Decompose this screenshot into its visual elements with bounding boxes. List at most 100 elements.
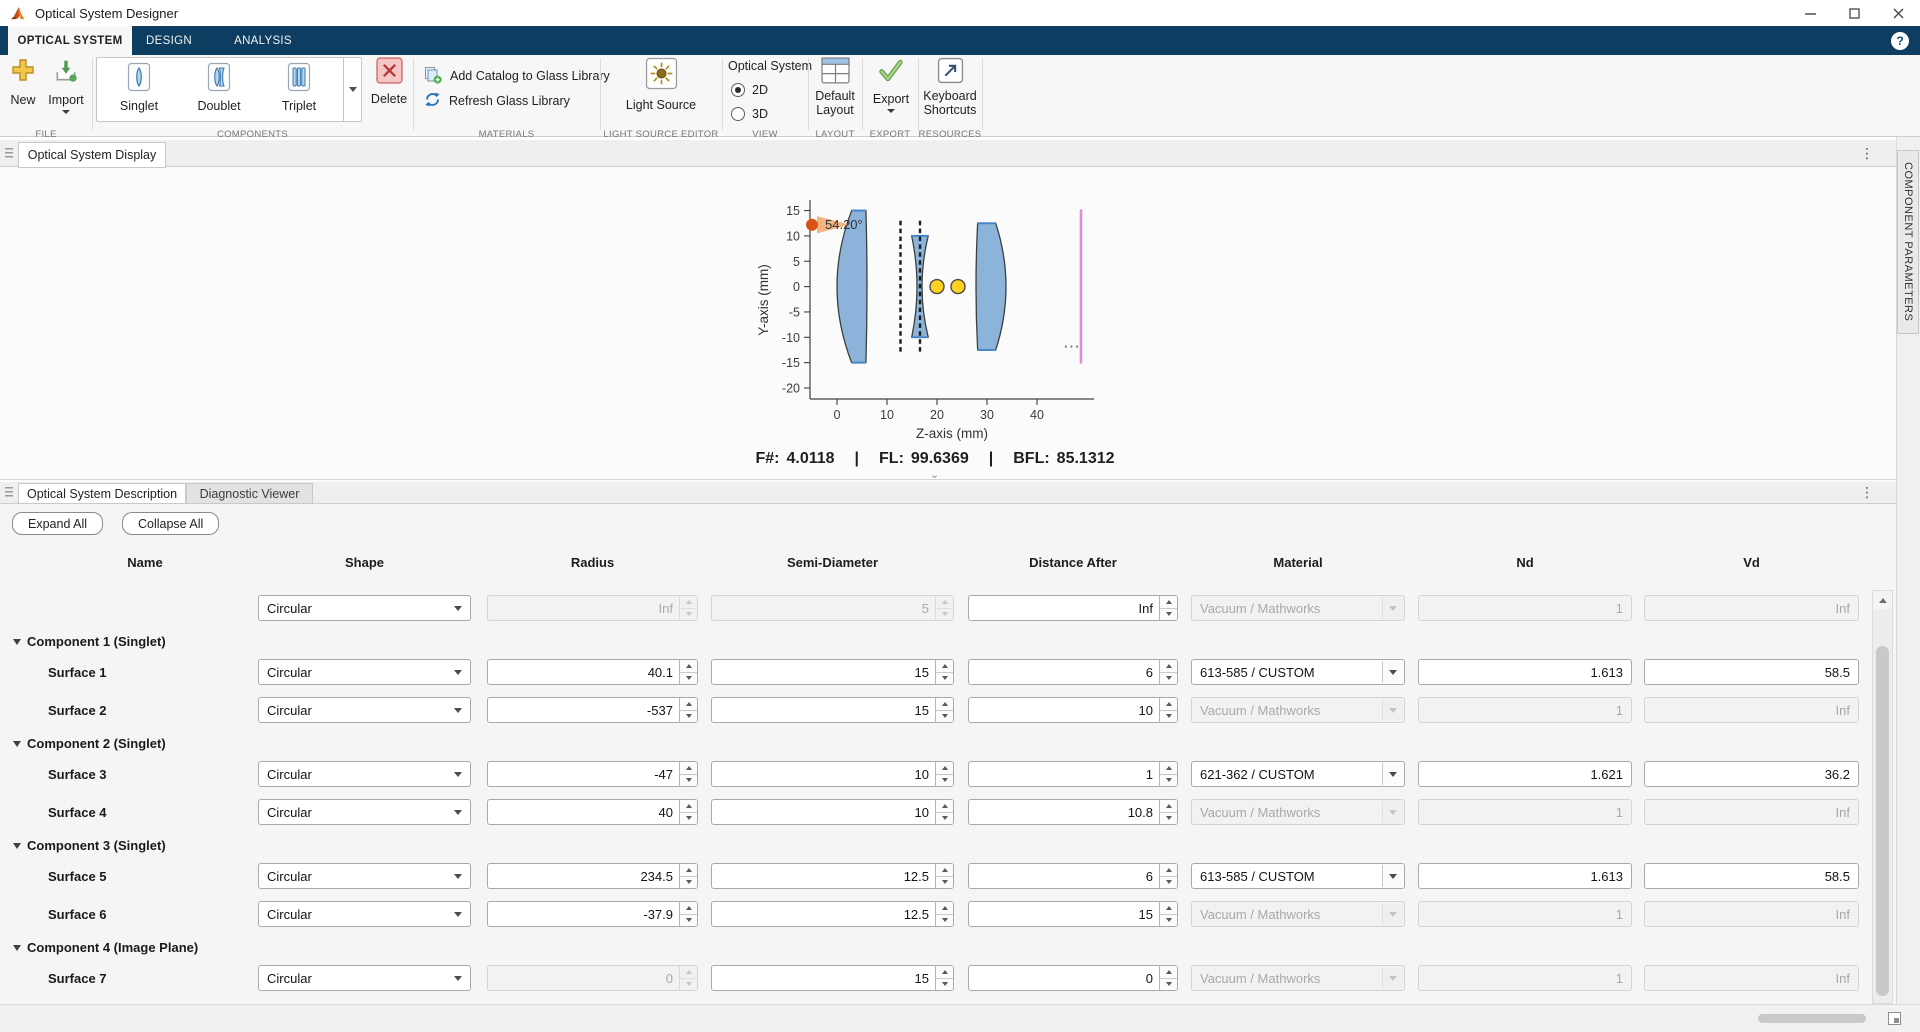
dropdown-button[interactable] <box>1382 865 1403 887</box>
spin-down-icon[interactable] <box>1160 979 1177 991</box>
spin-up-icon[interactable] <box>1160 762 1177 775</box>
help-button[interactable]: ? <box>1891 32 1909 50</box>
spinner[interactable] <box>935 698 953 722</box>
spin-up-icon[interactable] <box>680 864 697 877</box>
spin-down-icon[interactable] <box>936 877 953 889</box>
spin-up-icon[interactable] <box>936 698 953 711</box>
distance-after-input[interactable]: 15 <box>968 901 1178 927</box>
light-source-button[interactable]: Light Source <box>619 57 703 112</box>
dropdown-button[interactable] <box>1382 661 1403 683</box>
spin-down-icon[interactable] <box>1160 711 1177 723</box>
semi-diameter-input[interactable]: 10 <box>711 761 954 787</box>
gallery-expand-button[interactable] <box>343 58 361 121</box>
radius-input[interactable]: -37.9 <box>487 901 698 927</box>
expand-all-button[interactable]: Expand All <box>12 512 103 535</box>
tab-component-parameters[interactable]: COMPONENT PARAMETERS <box>1897 150 1919 334</box>
keyboard-shortcuts-button[interactable]: Keyboard Shortcuts <box>920 57 980 117</box>
default-layout-button[interactable]: Default Layout <box>810 57 860 117</box>
spinner[interactable] <box>1159 596 1177 620</box>
axes-toolbar-icon[interactable]: ⋯ <box>1063 337 1081 357</box>
distance-after-input[interactable]: 6 <box>968 659 1178 685</box>
spinner[interactable] <box>1159 902 1177 926</box>
semi-diameter-input[interactable]: 12.5 <box>711 863 954 889</box>
spinner[interactable] <box>1159 698 1177 722</box>
distance-after-input[interactable]: 0 <box>968 965 1178 991</box>
spin-down-icon[interactable] <box>680 877 697 889</box>
spinner[interactable] <box>1159 864 1177 888</box>
shape-select[interactable]: Circular <box>258 761 471 787</box>
spinner[interactable] <box>679 864 697 888</box>
spin-up-icon[interactable] <box>1160 902 1177 915</box>
spinner[interactable] <box>935 966 953 990</box>
expander-icon[interactable] <box>13 843 21 849</box>
spin-down-icon[interactable] <box>936 979 953 991</box>
doublet-button[interactable]: Doublet <box>179 62 259 113</box>
spin-up-icon[interactable] <box>936 864 953 877</box>
horizontal-scrollbar[interactable] <box>0 1004 1920 1032</box>
spinner[interactable] <box>935 800 953 824</box>
spin-down-icon[interactable] <box>1160 813 1177 825</box>
spin-down-icon[interactable] <box>936 711 953 723</box>
spin-up-icon[interactable] <box>1160 660 1177 673</box>
spin-up-icon[interactable] <box>680 902 697 915</box>
spin-down-icon[interactable] <box>680 915 697 927</box>
distance-after-input[interactable]: 10.8 <box>968 799 1178 825</box>
spin-up-icon[interactable] <box>936 800 953 813</box>
collapse-all-button[interactable]: Collapse All <box>122 512 219 535</box>
dropdown-button[interactable] <box>1382 763 1403 785</box>
spinner[interactable] <box>679 698 697 722</box>
material-select[interactable]: 621-362 / CUSTOM <box>1191 761 1405 787</box>
shape-select[interactable]: Circular <box>258 697 471 723</box>
spin-down-icon[interactable] <box>680 673 697 685</box>
singlet-button[interactable]: Singlet <box>99 62 179 113</box>
spin-up-icon[interactable] <box>1160 596 1177 609</box>
nd-input[interactable]: 1.621 <box>1418 761 1632 787</box>
spin-down-icon[interactable] <box>1160 609 1177 621</box>
radius-input[interactable]: 234.5 <box>487 863 698 889</box>
spin-up-icon[interactable] <box>1160 800 1177 813</box>
spin-down-icon[interactable] <box>680 711 697 723</box>
radius-input[interactable]: 40 <box>487 799 698 825</box>
radius-input[interactable]: 40.1 <box>487 659 698 685</box>
spin-down-icon[interactable] <box>936 775 953 787</box>
spin-up-icon[interactable] <box>936 966 953 979</box>
nd-input[interactable]: 1.613 <box>1418 863 1632 889</box>
close-button[interactable] <box>1876 0 1920 26</box>
import-button[interactable]: Import <box>44 57 88 114</box>
panel-menu-icon[interactable]: ⋮ <box>1860 487 1874 497</box>
semi-diameter-input[interactable]: 15 <box>711 965 954 991</box>
shape-select[interactable]: Circular <box>258 595 471 621</box>
shape-select[interactable]: Circular <box>258 659 471 685</box>
spin-down-icon[interactable] <box>936 915 953 927</box>
expander-icon[interactable] <box>13 945 21 951</box>
spin-down-icon[interactable] <box>1160 915 1177 927</box>
spin-down-icon[interactable] <box>936 673 953 685</box>
spin-up-icon[interactable] <box>680 762 697 775</box>
spin-down-icon[interactable] <box>680 775 697 787</box>
vertical-scrollbar[interactable] <box>1872 590 1893 1004</box>
spin-up-icon[interactable] <box>680 660 697 673</box>
panel-menu-icon[interactable]: ⋮ <box>1860 148 1874 158</box>
tab-diagnostic-viewer[interactable]: Diagnostic Viewer <box>186 483 313 504</box>
panel-grip-icon[interactable] <box>5 487 13 498</box>
splitter-handle-icon[interactable]: ⌄ <box>930 468 939 481</box>
spinner[interactable] <box>679 902 697 926</box>
semi-diameter-input[interactable]: 15 <box>711 659 954 685</box>
spin-up-icon[interactable] <box>936 902 953 915</box>
expander-icon[interactable] <box>13 741 21 747</box>
vd-input[interactable]: 58.5 <box>1644 863 1859 889</box>
spinner[interactable] <box>679 800 697 824</box>
tab-optical-system-display[interactable]: Optical System Display <box>18 142 166 168</box>
vd-input[interactable]: 58.5 <box>1644 659 1859 685</box>
horizontal-scrollbar-thumb[interactable] <box>1758 1014 1866 1023</box>
spin-down-icon[interactable] <box>680 813 697 825</box>
spinner[interactable] <box>679 762 697 786</box>
material-select[interactable]: 613-585 / CUSTOM <box>1191 659 1405 685</box>
tab-design[interactable]: DESIGN <box>134 26 204 55</box>
spinner[interactable] <box>1159 800 1177 824</box>
distance-after-input[interactable]: 10 <box>968 697 1178 723</box>
triplet-button[interactable]: Triplet <box>259 62 339 113</box>
scroll-up-button[interactable] <box>1873 591 1892 609</box>
spinner[interactable] <box>935 660 953 684</box>
shape-select[interactable]: Circular <box>258 901 471 927</box>
